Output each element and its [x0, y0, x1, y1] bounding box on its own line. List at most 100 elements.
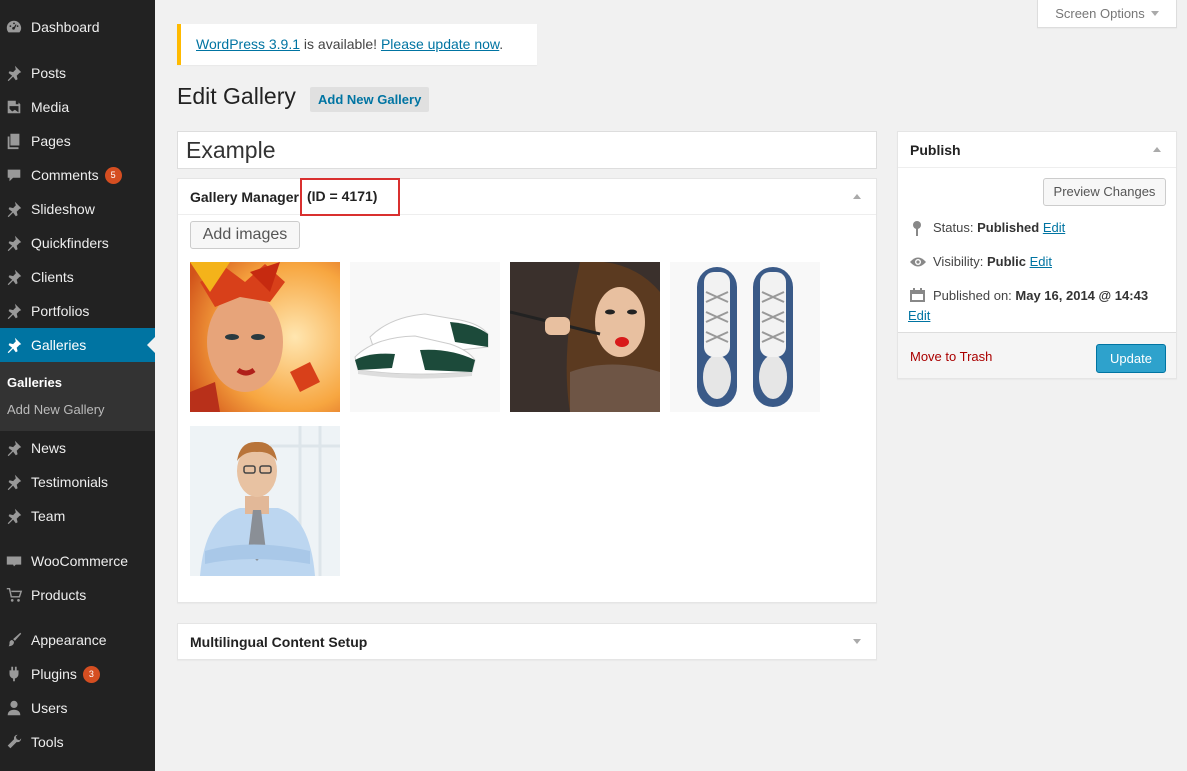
wordpress-version-link[interactable]: WordPress 3.9.1: [196, 36, 300, 52]
calendar-icon: [909, 287, 926, 306]
menu-label: Comments: [31, 167, 99, 183]
publish-header[interactable]: Publish: [898, 132, 1176, 168]
admin-sidebar: Dashboard Posts Media Pages Comments 5 S…: [0, 0, 155, 771]
blue-sneakers-image: [670, 262, 820, 412]
pin-icon: [4, 438, 24, 458]
published-on-edit-row: Edit: [908, 308, 930, 323]
menu-item-dashboard[interactable]: Dashboard: [0, 10, 155, 44]
visibility-label: Visibility:: [933, 254, 987, 269]
comment-icon: [4, 165, 24, 185]
add-new-gallery-button[interactable]: Add New Gallery: [310, 87, 430, 112]
menu-item-galleries[interactable]: Galleries: [0, 328, 155, 362]
update-now-link[interactable]: Please update now: [381, 36, 499, 52]
status-row: Status: Published Edit: [933, 220, 1065, 235]
chevron-down-icon: [1150, 11, 1159, 16]
multilingual-content-box: Multilingual Content Setup: [177, 623, 877, 660]
menu-label: Portfolios: [31, 303, 90, 319]
menu-item-portfolios[interactable]: Portfolios: [0, 294, 155, 328]
plugins-count-badge: 3: [82, 665, 100, 683]
menu-label: Products: [31, 587, 87, 603]
screen-options-toggle[interactable]: Screen Options: [1037, 0, 1177, 28]
galleries-submenu: Galleries Add New Gallery: [0, 362, 155, 431]
expand-arrow-icon[interactable]: [853, 639, 861, 644]
preview-changes-button[interactable]: Preview Changes: [1043, 178, 1166, 206]
media-icon: [4, 97, 24, 117]
menu-item-posts[interactable]: Posts: [0, 56, 155, 90]
menu-item-pages[interactable]: Pages: [0, 124, 155, 158]
published-on-edit-link[interactable]: Edit: [908, 308, 930, 323]
gallery-thumbnail-white-sneakers[interactable]: [350, 262, 500, 412]
menu-item-media[interactable]: Media: [0, 90, 155, 124]
submenu-item-add-new-gallery[interactable]: Add New Gallery: [7, 402, 105, 417]
menu-label: Dashboard: [31, 19, 100, 35]
multilingual-header[interactable]: Multilingual Content Setup: [178, 624, 876, 660]
add-images-button[interactable]: Add images: [190, 221, 300, 249]
pin-icon: [4, 233, 24, 253]
visibility-row: Visibility: Public Edit: [933, 254, 1052, 269]
menu-item-team[interactable]: Team: [0, 499, 155, 533]
status-label: Status:: [933, 220, 978, 235]
published-on-row: Published on: May 16, 2014 @ 14:43: [933, 288, 1148, 303]
update-notice-text: is available!: [300, 36, 381, 52]
menu-item-plugins[interactable]: Plugins 3: [0, 657, 155, 691]
menu-label: Tools: [31, 734, 64, 750]
menu-label: Clients: [31, 269, 74, 285]
menu-item-testimonials[interactable]: Testimonials: [0, 465, 155, 499]
gallery-thumbnail-autumn-woman[interactable]: [190, 262, 340, 412]
pin-icon: [4, 199, 24, 219]
menu-item-tools[interactable]: Tools: [0, 725, 155, 759]
woo-icon: [4, 551, 24, 571]
gallery-manager-header[interactable]: Gallery Manager: [178, 179, 876, 215]
collapse-arrow-icon[interactable]: [1153, 147, 1161, 152]
gallery-thumbnail-businessman[interactable]: [190, 426, 340, 576]
post-title-input[interactable]: Example: [177, 131, 877, 169]
screen-options-label: Screen Options: [1055, 6, 1145, 21]
menu-label: Appearance: [31, 632, 107, 648]
move-to-trash-link[interactable]: Move to Trash: [910, 349, 992, 364]
multilingual-title: Multilingual Content Setup: [190, 634, 368, 650]
menu-label: Team: [31, 508, 66, 524]
menu-item-appearance[interactable]: Appearance: [0, 623, 155, 657]
pin-icon: [4, 472, 24, 492]
menu-item-comments[interactable]: Comments 5: [0, 158, 155, 192]
update-notice-end: .: [499, 36, 504, 52]
menu-label: Media: [31, 99, 70, 115]
autumn-portrait-image: [190, 262, 340, 412]
eye-icon: [909, 256, 927, 271]
menu-item-products[interactable]: Products: [0, 578, 155, 612]
menu-label: Testimonials: [31, 474, 109, 490]
menu-item-news[interactable]: News: [0, 431, 155, 465]
submenu-item-galleries[interactable]: Galleries: [7, 375, 62, 390]
menu-item-slideshow[interactable]: Slideshow: [0, 192, 155, 226]
status-value: Published: [977, 220, 1040, 235]
published-on-label: Published on:: [933, 288, 1016, 303]
gallery-manager-title: Gallery Manager: [190, 189, 299, 205]
update-notice: WordPress 3.9.1 is available! Please upd…: [177, 24, 537, 65]
visibility-edit-link[interactable]: Edit: [1030, 254, 1052, 269]
pin-icon: [4, 335, 24, 355]
cart-icon: [4, 585, 24, 605]
collapse-arrow-icon[interactable]: [853, 194, 861, 199]
menu-item-woocommerce[interactable]: WooCommerce: [0, 544, 155, 578]
gallery-id-highlight: (ID = 4171): [300, 178, 400, 216]
status-edit-link[interactable]: Edit: [1043, 220, 1065, 235]
gallery-thumbnail-retro-woman[interactable]: [510, 262, 660, 412]
pin-icon: [4, 267, 24, 287]
pin-icon: [4, 506, 24, 526]
update-button[interactable]: Update: [1096, 344, 1166, 373]
comments-count-badge: 5: [104, 166, 122, 184]
wrench-icon: [4, 732, 24, 752]
retro-woman-image: [510, 262, 660, 412]
white-sneakers-image: [350, 262, 500, 412]
plugin-icon: [4, 664, 24, 684]
pin-icon: [4, 301, 24, 321]
menu-item-users[interactable]: Users: [0, 691, 155, 725]
publish-title: Publish: [910, 142, 961, 158]
menu-label: Galleries: [31, 337, 87, 353]
menu-label: Pages: [31, 133, 71, 149]
menu-item-clients[interactable]: Clients: [0, 260, 155, 294]
menu-item-quickfinders[interactable]: Quickfinders: [0, 226, 155, 260]
published-on-value: May 16, 2014 @ 14:43: [1015, 288, 1149, 303]
menu-label: Quickfinders: [31, 235, 109, 251]
gallery-thumbnail-blue-sneakers[interactable]: [670, 262, 820, 412]
